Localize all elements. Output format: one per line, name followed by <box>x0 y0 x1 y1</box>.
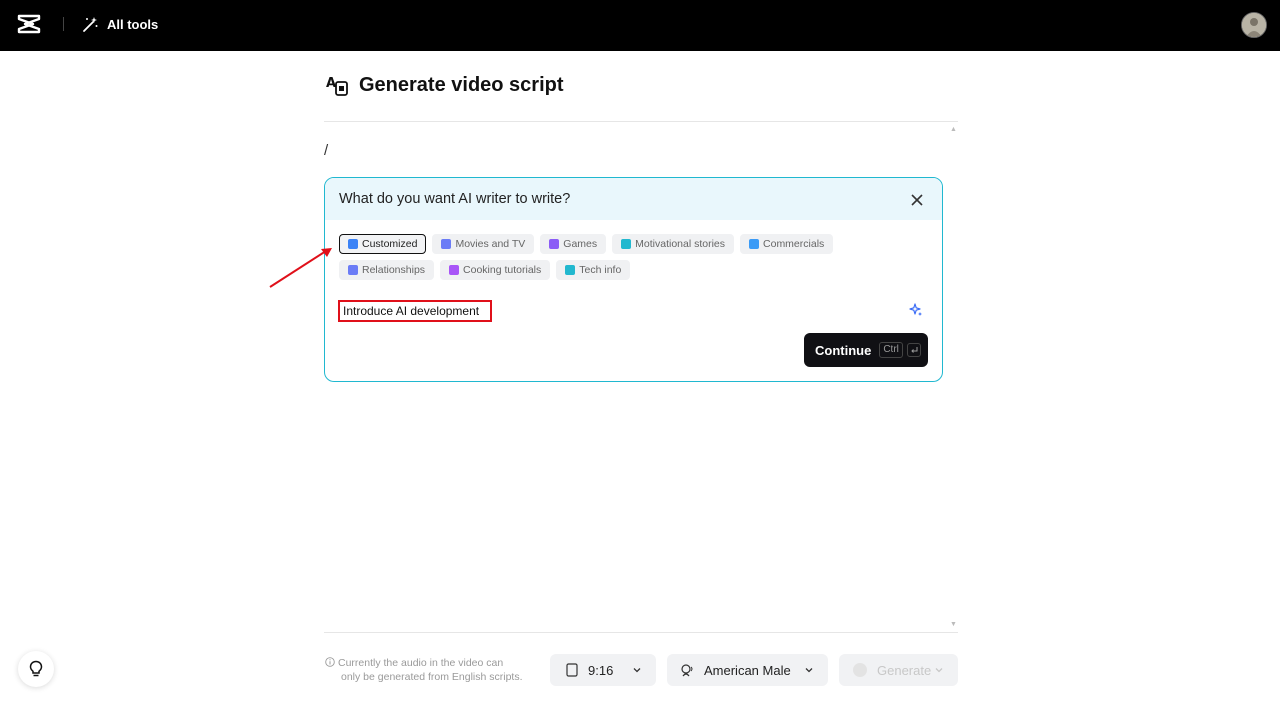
enter-key-icon <box>906 343 921 357</box>
close-icon[interactable] <box>909 192 925 208</box>
chip-label: Commercials <box>763 238 825 250</box>
continue-button[interactable]: Continue Ctrl <box>804 333 928 367</box>
ai-question: What do you want AI writer to write? <box>339 191 571 207</box>
film-icon <box>441 239 452 249</box>
chevron-down-icon <box>935 668 943 673</box>
avatar[interactable] <box>1241 12 1267 38</box>
pin-icon <box>621 239 632 249</box>
aspect-ratio-value: 9:16 <box>588 662 614 678</box>
svg-text:A: A <box>326 76 336 91</box>
chip-tech-info[interactable]: Tech info <box>556 260 631 280</box>
rocket-icon <box>565 265 576 275</box>
capcut-logo-icon[interactable] <box>17 13 41 35</box>
hint-line-1: Currently the audio in the video can <box>338 657 504 669</box>
edit-icon <box>348 239 358 249</box>
chip-customized[interactable]: Customized <box>339 234 427 254</box>
lightbulb-icon <box>29 660 43 677</box>
tv-icon <box>749 239 760 249</box>
chip-label: Cooking tutorials <box>463 264 542 276</box>
info-icon <box>325 657 335 667</box>
chip-movies-and-tv[interactable]: Movies and TV <box>432 234 535 254</box>
voice-value: American Male <box>704 662 791 678</box>
avatar-image <box>1242 13 1266 37</box>
chip-label: Motivational stories <box>635 238 726 250</box>
hint-line-2: only be generated from English scripts. <box>341 671 523 683</box>
audio-hint: Currently the audio in the video can onl… <box>325 656 540 684</box>
chip-cooking-tutorials[interactable]: Cooking tutorials <box>440 260 551 280</box>
page-header: A Generate video script <box>325 73 564 97</box>
ai-panel-header: What do you want AI writer to write? <box>325 178 942 220</box>
chip-label: Customized <box>362 238 418 250</box>
tips-button[interactable] <box>18 651 54 687</box>
top-bar: All tools <box>0 0 1280 51</box>
shortcut-ctrl: Ctrl <box>879 342 903 358</box>
chip-label: Tech info <box>579 264 622 276</box>
chip-row-2: Relationships Cooking tutorials Tech inf… <box>339 260 929 280</box>
chip-row-1: Customized Movies and TV Games Motivatio… <box>339 234 929 254</box>
category-chips: Customized Movies and TV Games Motivatio… <box>339 234 929 286</box>
all-tools-button[interactable]: All tools <box>82 13 158 35</box>
generate-button[interactable]: Generate <box>839 654 958 686</box>
chip-label: Movies and TV <box>455 238 526 250</box>
chip-games[interactable]: Games <box>540 234 607 254</box>
voice-select[interactable]: American Male <box>667 654 828 686</box>
cup-icon <box>449 265 460 275</box>
voice-icon <box>681 664 693 677</box>
magic-wand-icon <box>83 16 98 32</box>
aspect-ratio-select[interactable]: 9:16 <box>550 654 656 686</box>
chip-label: Games <box>563 238 598 250</box>
people-icon <box>348 265 358 275</box>
prompt-input[interactable]: Introduce AI development <box>338 300 492 322</box>
chip-commercials[interactable]: Commercials <box>740 234 834 254</box>
gamepad-icon <box>549 239 560 249</box>
phone-icon <box>566 663 578 677</box>
chevron-down-icon <box>633 668 641 673</box>
chip-relationships[interactable]: Relationships <box>339 260 435 280</box>
topbar-divider <box>63 17 64 31</box>
script-icon: A <box>326 76 348 96</box>
annotation-arrow <box>269 248 332 288</box>
scroll-down-arrow[interactable]: ▼ <box>950 621 957 628</box>
page-title: Generate video script <box>359 73 564 96</box>
editor-content[interactable]: / <box>324 142 328 159</box>
divider-bottom <box>324 632 958 633</box>
chip-label: Relationships <box>362 264 426 276</box>
chip-motivational-stories[interactable]: Motivational stories <box>612 234 735 254</box>
continue-label: Continue <box>815 342 872 358</box>
divider-top <box>324 121 958 122</box>
scroll-up-arrow[interactable]: ▲ <box>950 126 957 133</box>
generate-icon <box>853 663 867 677</box>
all-tools-label: All tools <box>107 16 159 32</box>
sparkle-icon[interactable] <box>909 303 923 317</box>
chevron-down-icon <box>805 668 813 673</box>
generate-label: Generate <box>877 662 932 678</box>
ai-writer-panel: What do you want AI writer to write? Cus… <box>324 177 943 382</box>
